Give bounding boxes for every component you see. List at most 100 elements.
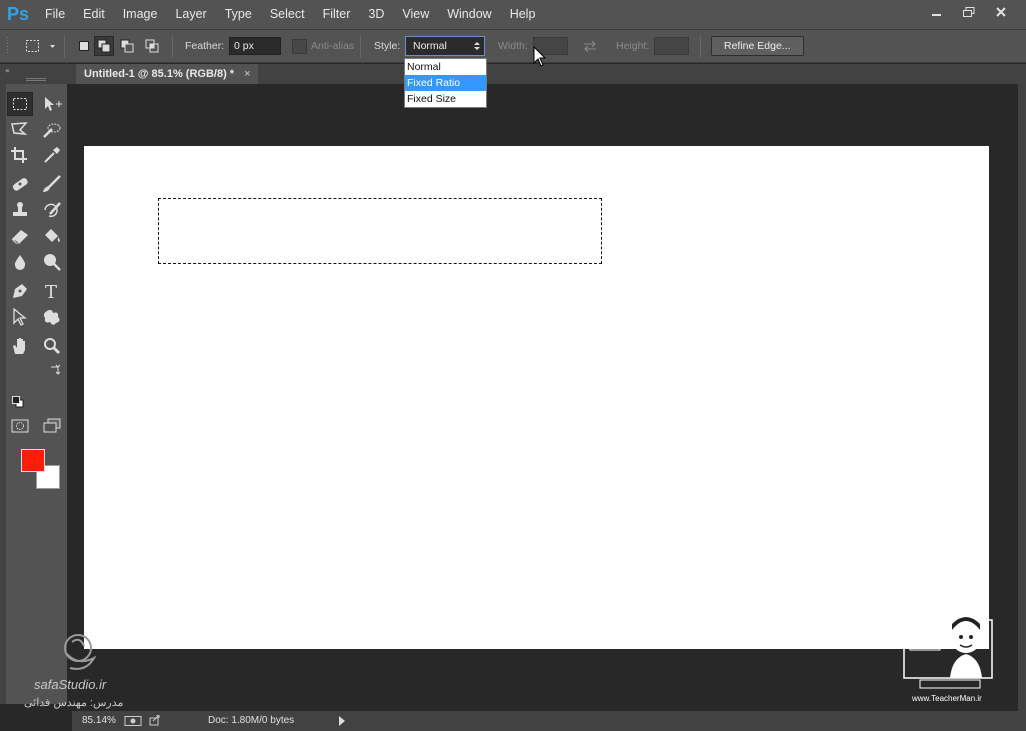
restore-icon — [963, 7, 975, 17]
zoom-level[interactable]: 85.14% — [82, 715, 116, 726]
menu-file[interactable]: File — [36, 0, 74, 29]
status-bar: 85.14% Doc: 1.80M/0 bytes — [72, 711, 1026, 731]
tool-eraser[interactable] — [7, 224, 33, 248]
menu-window[interactable]: Window — [438, 0, 500, 29]
history-brush-icon — [44, 202, 61, 218]
hand-icon — [13, 338, 25, 354]
style-dropdown-list: Normal Fixed Ratio Fixed Size — [404, 58, 487, 108]
close-icon — [996, 7, 1006, 17]
tool-eyedropper[interactable] — [39, 143, 65, 167]
eraser-icon — [11, 230, 28, 244]
menu-help[interactable]: Help — [501, 0, 545, 29]
selection-mode-subtract[interactable] — [117, 30, 137, 62]
tool-hand[interactable] — [7, 334, 33, 358]
menu-view[interactable]: View — [393, 0, 438, 29]
tools-panel: T — [6, 84, 67, 704]
tool-paint-bucket[interactable] — [39, 224, 65, 248]
antialias-checkbox[interactable] — [292, 38, 307, 54]
swap-colors-icon — [51, 364, 61, 375]
feather-input[interactable]: 0 px — [229, 37, 281, 55]
style-option-fixed-ratio[interactable]: Fixed Ratio — [405, 75, 486, 91]
quick-mask-icon — [11, 419, 29, 433]
tool-path-select[interactable] — [7, 305, 33, 329]
window-controls — [922, 2, 1016, 22]
tool-move[interactable] — [39, 92, 65, 116]
clone-stamp-icon — [13, 202, 27, 216]
tool-clone-stamp[interactable] — [7, 198, 33, 222]
selection-mode-add[interactable] — [94, 30, 114, 62]
feather-label: Feather: — [185, 40, 225, 52]
style-select[interactable]: Normal — [405, 36, 485, 56]
style-option-normal[interactable]: Normal — [405, 59, 486, 75]
default-colors-icon — [12, 396, 24, 408]
mouse-cursor-icon — [533, 46, 547, 67]
tool-custom-shape[interactable] — [39, 305, 65, 329]
menu-edit[interactable]: Edit — [74, 0, 114, 29]
instructor-text: مدرس: مهندس فدائی — [24, 697, 124, 709]
path-select-icon — [13, 308, 27, 326]
tool-quick-mask[interactable] — [7, 414, 33, 438]
zoom-icon — [44, 338, 61, 355]
menu-image[interactable]: Image — [114, 0, 167, 29]
tool-rect-marquee[interactable] — [7, 92, 33, 116]
menu-layer[interactable]: Layer — [166, 0, 215, 29]
brush-icon — [43, 175, 61, 192]
tools-panel-header[interactable]: « — [0, 64, 72, 84]
tool-dodge[interactable] — [39, 250, 65, 274]
swap-dimensions-button[interactable] — [582, 30, 598, 62]
swap-arrows-icon — [584, 40, 596, 53]
menu-type[interactable]: Type — [216, 0, 261, 29]
restore-button[interactable] — [954, 2, 984, 22]
tool-pen[interactable] — [7, 279, 33, 303]
menu-3d[interactable]: 3D — [359, 0, 393, 29]
tool-zoom[interactable] — [39, 334, 65, 358]
style-option-fixed-size[interactable]: Fixed Size — [405, 91, 486, 107]
safastudio-watermark: safaStudio.ir مدرس: مهندس فدائی — [22, 630, 132, 710]
new-selection-icon — [74, 36, 94, 56]
refine-edge-button[interactable]: Refine Edge... — [711, 36, 804, 56]
status-icons[interactable] — [124, 715, 162, 727]
default-colors-button[interactable] — [12, 396, 24, 411]
subtract-selection-icon — [117, 36, 137, 56]
antialias-label: Anti-alias — [311, 40, 355, 52]
tool-brush[interactable] — [39, 172, 65, 196]
move-icon — [45, 97, 62, 111]
tool-crop[interactable] — [7, 143, 33, 167]
swap-colors-button[interactable] — [49, 364, 61, 379]
quick-select-icon — [43, 123, 61, 138]
selection-mode-intersect[interactable] — [142, 30, 162, 62]
tool-type[interactable]: T — [39, 279, 65, 303]
teacherman-site-text: www.TeacherMan.ir — [912, 694, 982, 703]
minimize-button[interactable] — [922, 2, 952, 22]
tool-blur[interactable] — [7, 250, 33, 274]
doc-size-info: Doc: 1.80M/0 bytes — [208, 715, 295, 726]
custom-shape-icon — [43, 309, 60, 325]
options-grip — [6, 30, 10, 62]
menu-select[interactable]: Select — [261, 0, 314, 29]
rect-marquee-preset-icon — [26, 40, 55, 52]
tool-history-brush[interactable] — [39, 198, 65, 222]
width-label: Width: — [498, 40, 528, 52]
right-panel-strip — [1018, 64, 1026, 731]
pen-icon — [13, 284, 27, 298]
tool-quick-select[interactable] — [39, 118, 65, 142]
document-tab-title: Untitled-1 @ 85.1% (RGB/8) * — [84, 68, 235, 80]
selection-mode-new[interactable] — [74, 30, 94, 62]
type-icon: T — [45, 282, 57, 300]
document-tab-close-icon[interactable]: × — [244, 68, 250, 80]
status-menu-arrow-icon[interactable] — [338, 716, 346, 726]
menu-filter[interactable]: Filter — [314, 0, 360, 29]
tool-polygon-lasso[interactable] — [7, 118, 33, 142]
eyedropper-icon — [44, 147, 60, 163]
crop-icon — [11, 147, 27, 163]
document-tab[interactable]: Untitled-1 @ 85.1% (RGB/8) * × — [76, 64, 258, 84]
height-input[interactable] — [654, 37, 689, 55]
close-window-button[interactable] — [986, 2, 1016, 22]
rect-marquee-icon — [13, 98, 27, 110]
paint-bucket-icon — [45, 229, 60, 242]
foreground-color-swatch[interactable] — [21, 449, 45, 472]
tool-screen-mode[interactable] — [39, 414, 65, 438]
tool-preset-picker[interactable] — [24, 30, 58, 62]
tool-healing-brush[interactable] — [7, 172, 33, 196]
safastudio-logo-icon — [64, 634, 97, 670]
